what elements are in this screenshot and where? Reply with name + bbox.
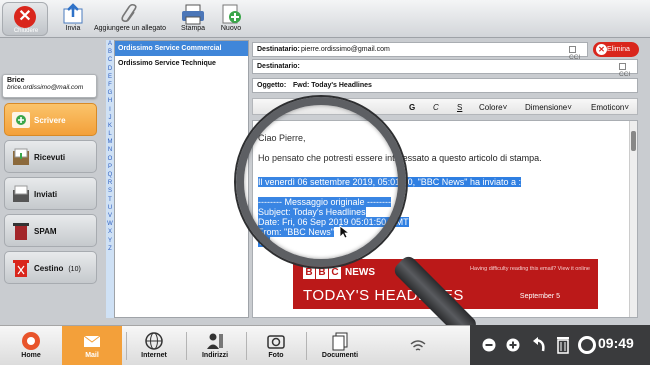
alphabet-letter[interactable]: Y xyxy=(106,237,114,245)
home-icon xyxy=(22,332,40,350)
inbox-icon xyxy=(13,148,29,165)
alphabet-letter[interactable]: E xyxy=(106,73,114,81)
alphabet-letter[interactable]: K xyxy=(106,122,114,130)
write-icon xyxy=(12,112,30,128)
italic-button[interactable]: C xyxy=(433,103,439,112)
bbc-news-label: NEWS xyxy=(345,267,375,278)
dock-internet[interactable]: Internet xyxy=(130,326,178,365)
zoom-in-icon[interactable] xyxy=(506,338,520,352)
alphabet-letter[interactable]: G xyxy=(106,89,114,97)
folder-write[interactable]: Scrivere xyxy=(4,103,97,136)
mail-icon xyxy=(83,335,101,347)
dock-photo[interactable]: Foto xyxy=(256,326,296,365)
dock-documents[interactable]: Documenti xyxy=(314,326,366,365)
alphabet-letter[interactable]: B xyxy=(106,48,114,56)
alphabet-letter[interactable]: X xyxy=(106,228,114,236)
zoom-out-icon[interactable] xyxy=(482,338,496,352)
magnifier-icon xyxy=(236,97,406,267)
alphabet-letter[interactable]: H xyxy=(106,97,114,105)
account-box: Brice brice.ordissimo@mail.com xyxy=(2,74,97,98)
trash-icon xyxy=(13,260,29,277)
close-icon: ✕ xyxy=(14,6,36,28)
alphabet-letter[interactable]: V xyxy=(106,212,114,220)
subject-value: Fwd: Today's Headlines xyxy=(293,82,372,89)
contact-item[interactable]: Ordissimo Service Commercial xyxy=(115,41,248,56)
printer-icon xyxy=(182,4,204,25)
dock-contacts[interactable]: Indirizzi xyxy=(192,326,238,365)
close-icon: ✕ xyxy=(596,44,607,55)
clock: 09:49 xyxy=(598,335,634,351)
attach-button[interactable]: Aggiungere un allegato xyxy=(94,3,166,35)
alphabet-letter[interactable]: Z xyxy=(106,245,114,253)
banner-date: September 5 xyxy=(519,293,560,300)
send-icon xyxy=(63,3,83,24)
outbox-icon xyxy=(13,185,29,202)
scrollbar-thumb[interactable] xyxy=(631,131,636,151)
account-email: brice.ordissimo@mail.com xyxy=(7,84,84,91)
alphabet-letter[interactable]: F xyxy=(106,81,114,89)
alphabet-letter[interactable]: S xyxy=(106,187,114,195)
folder-spam[interactable]: SPAM xyxy=(4,214,97,247)
undo-icon[interactable] xyxy=(532,337,546,353)
paperclip-icon xyxy=(121,3,137,23)
alphabet-letter[interactable]: J xyxy=(106,114,114,122)
new-button[interactable]: Nuovo xyxy=(218,3,244,35)
trash-label: Cestino xyxy=(34,264,64,273)
account-name: Brice xyxy=(7,77,25,84)
underline-button[interactable]: S xyxy=(457,103,462,112)
to2-field[interactable]: Destinatario: CCI xyxy=(252,59,638,78)
alphabet-letter[interactable]: C xyxy=(106,56,114,64)
view-online-link[interactable]: Having difficulty reading this email? Vi… xyxy=(470,266,590,272)
alphabet-letter[interactable]: Q xyxy=(106,171,114,179)
bbc-logo: BBC xyxy=(303,267,342,279)
alphabet-letter[interactable]: P xyxy=(106,163,114,171)
camera-icon xyxy=(267,335,285,349)
to-value: pierre.ordissimo@gmail.com xyxy=(301,46,390,53)
alphabet-letter[interactable]: M xyxy=(106,138,114,146)
cci-checkbox-2[interactable]: CCI xyxy=(619,63,637,78)
alphabet-letter[interactable]: D xyxy=(106,65,114,73)
dock-home[interactable]: Home xyxy=(6,326,56,365)
folder-received[interactable]: Ricevuti xyxy=(4,140,97,173)
alphabet-letter[interactable]: N xyxy=(106,146,114,154)
folder-trash[interactable]: Cestino (10) xyxy=(4,251,97,284)
alphabet-letter[interactable]: R xyxy=(106,179,114,187)
emoticon-dropdown[interactable]: Emoticon˅ xyxy=(591,103,629,112)
to-field[interactable]: Destinatario: pierre.ordissimo@gmail.com… xyxy=(252,42,588,61)
size-dropdown[interactable]: Dimensione˅ xyxy=(525,103,572,112)
folder-sent[interactable]: Inviati xyxy=(4,177,97,210)
close-label: Chiudere xyxy=(13,28,39,34)
bold-button[interactable]: G xyxy=(409,103,415,112)
lifebuoy-icon[interactable] xyxy=(578,336,596,354)
alphabet-letter[interactable]: U xyxy=(106,204,114,212)
alphabet-letter[interactable]: T xyxy=(106,196,114,204)
wifi-icon xyxy=(410,340,426,351)
alphabet-letter[interactable]: L xyxy=(106,130,114,138)
send-button[interactable]: Invia xyxy=(58,3,88,35)
dock-mail[interactable]: Mail xyxy=(62,326,122,365)
trash-count: (10) xyxy=(68,266,81,273)
print-button[interactable]: Stampa xyxy=(178,3,208,35)
trash-icon[interactable] xyxy=(556,336,570,354)
toolbar: ✕ Chiudere Invia Aggiungere un allegato … xyxy=(0,0,650,38)
delete-button[interactable]: ✕ Elimina xyxy=(593,42,639,57)
close-button[interactable]: ✕ Chiudere xyxy=(2,2,48,36)
scrollbar[interactable] xyxy=(629,121,637,317)
alphabet-letter[interactable]: A xyxy=(106,40,114,48)
subject-field[interactable]: Oggetto: Fwd: Today's Headlines xyxy=(252,78,638,93)
alphabet-letter[interactable]: I xyxy=(106,106,114,114)
contact-item[interactable]: Ordissimo Service Technique xyxy=(115,56,248,71)
documents-icon xyxy=(332,332,348,351)
alphabet-index: ABCDEFGHIJKLMNOPQRSTUVWXYZ xyxy=(106,40,114,318)
globe-icon xyxy=(145,332,163,350)
alphabet-letter[interactable]: O xyxy=(106,155,114,163)
new-document-icon xyxy=(222,4,241,24)
color-dropdown[interactable]: Colore˅ xyxy=(479,103,507,112)
alphabet-letter[interactable]: W xyxy=(106,220,114,228)
contacts-icon xyxy=(207,333,223,349)
spam-bin-icon xyxy=(13,223,29,240)
contact-list: Ordissimo Service Commercial Ordissimo S… xyxy=(114,40,249,318)
